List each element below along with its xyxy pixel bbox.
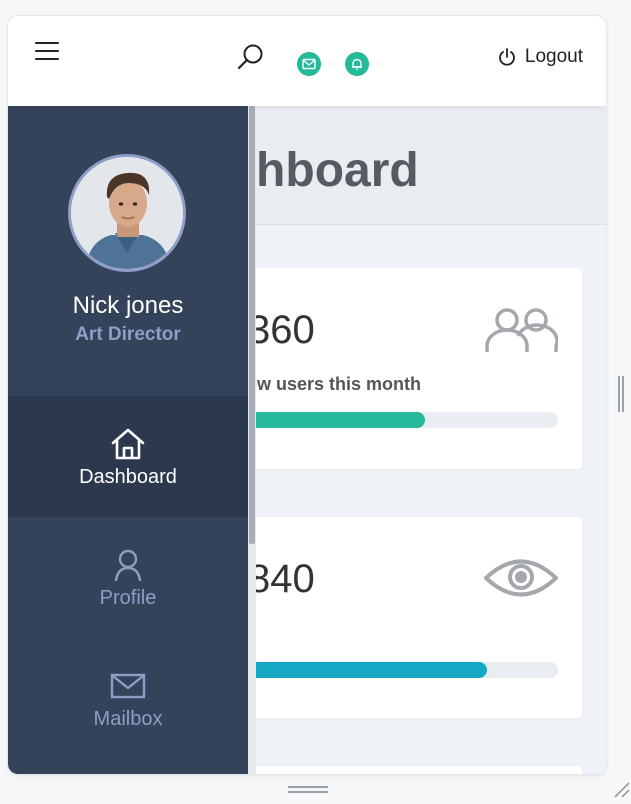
users-icon — [484, 306, 559, 359]
user-name: Nick jones — [72, 292, 184, 319]
home-icon — [108, 426, 148, 462]
bell-notification-button[interactable] — [345, 52, 369, 76]
drag-handle[interactable] — [288, 786, 328, 794]
hamburger-icon[interactable] — [35, 42, 61, 62]
user-role: Art Director — [75, 324, 181, 345]
sidebar-item-label: Mailbox — [93, 708, 163, 730]
sidebar-item-profile[interactable]: Profile — [8, 517, 248, 638]
search-icon[interactable] — [236, 42, 266, 72]
top-bar: Logout — [8, 16, 606, 106]
power-icon — [498, 48, 515, 66]
sidebar-item-label: Dashboard — [79, 466, 177, 488]
stat-value: 360 — [248, 308, 315, 352]
drag-handle[interactable] — [618, 376, 624, 412]
stat-value: 840 — [248, 557, 315, 601]
resize-grip-icon[interactable] — [611, 779, 631, 799]
mail-icon — [108, 668, 148, 704]
progress-fill — [248, 412, 425, 428]
sidebar-scrollbar[interactable] — [248, 106, 256, 774]
progress-fill — [248, 662, 487, 678]
sidebar: Nick jones Art Director Dashboard Profil… — [8, 106, 256, 774]
sidebar-item-label: Profile — [99, 587, 157, 609]
user-icon — [108, 547, 148, 583]
mail-notification-button[interactable] — [297, 52, 321, 76]
eye-icon — [483, 555, 559, 606]
progress-bar — [248, 662, 558, 678]
scrollbar-thumb[interactable] — [249, 106, 255, 544]
logout-label: Logout — [524, 46, 583, 67]
sidebar-item-dashboard[interactable]: Dashboard — [8, 396, 248, 517]
avatar[interactable] — [68, 154, 186, 272]
progress-bar — [248, 412, 558, 428]
sidebar-item-mailbox[interactable]: Mailbox — [8, 638, 248, 759]
app-window: Logout Dashboard 360 New users this mont… — [8, 16, 606, 774]
stat-label: New users this month — [234, 374, 422, 394]
bell-icon — [352, 58, 362, 70]
mail-icon — [302, 58, 316, 70]
logout-button[interactable]: Logout — [497, 46, 583, 68]
